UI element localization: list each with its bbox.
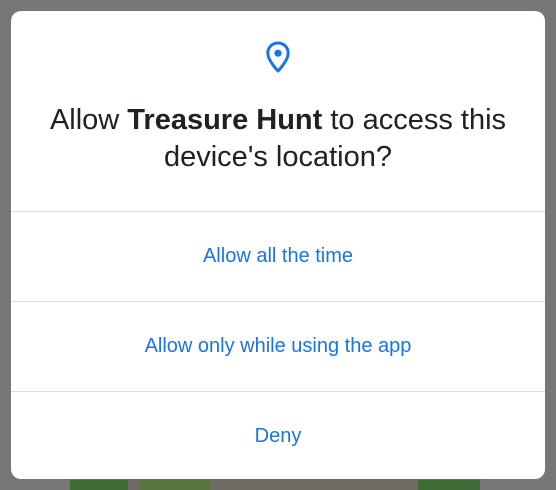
dialog-header: Allow Treasure Hunt to access this devic… bbox=[11, 11, 545, 212]
allow-all-the-time-button[interactable]: Allow all the time bbox=[11, 212, 545, 302]
background-patch bbox=[70, 480, 128, 490]
background-patch bbox=[418, 480, 480, 490]
title-prefix: Allow bbox=[49, 104, 128, 136]
location-pin-icon bbox=[265, 41, 291, 73]
dialog-title: Allow Treasure Hunt to access this devic… bbox=[41, 102, 515, 176]
deny-button[interactable]: Deny bbox=[11, 392, 545, 479]
location-permission-dialog: Allow Treasure Hunt to access this devic… bbox=[11, 11, 545, 479]
app-name: Treasure Hunt bbox=[127, 104, 323, 136]
background-patch bbox=[140, 480, 210, 490]
allow-while-using-app-button[interactable]: Allow only while using the app bbox=[11, 302, 545, 392]
